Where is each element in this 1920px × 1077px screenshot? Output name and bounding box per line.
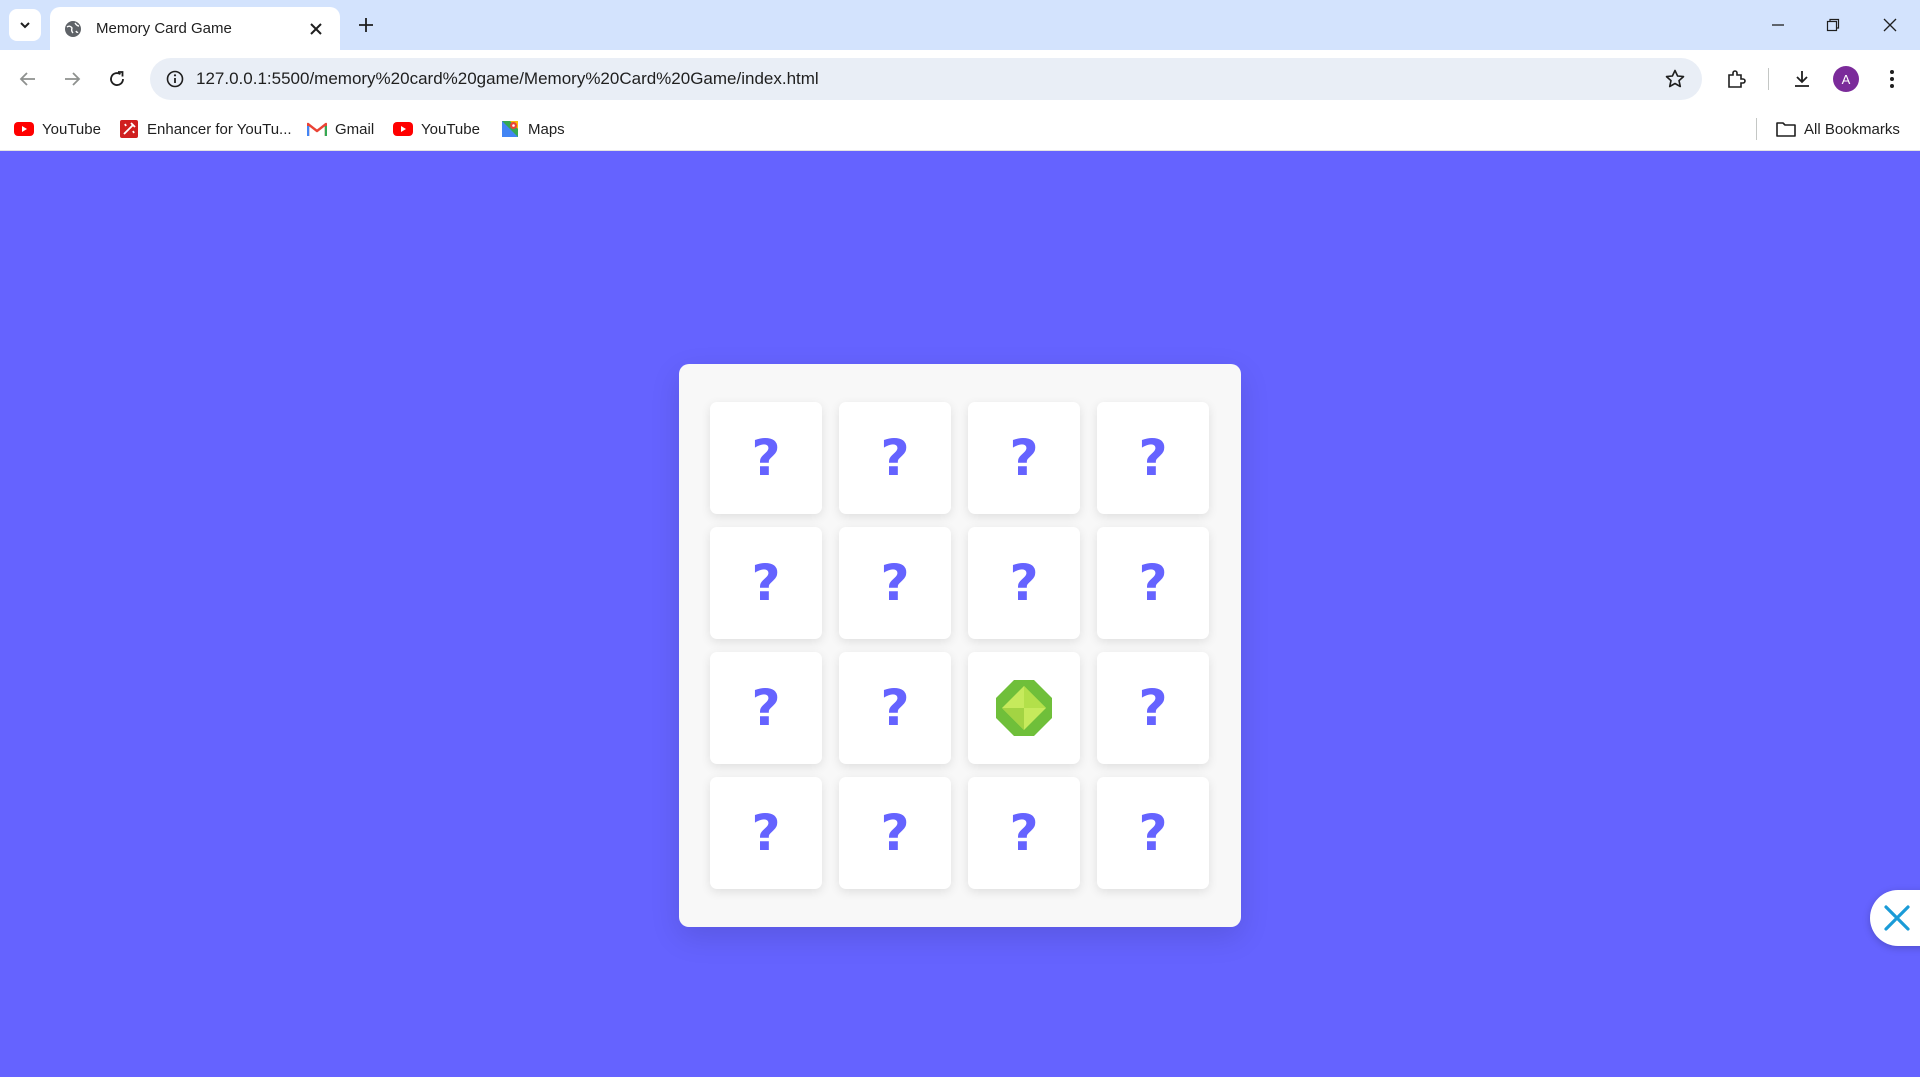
url-text[interactable]: 127.0.0.1:5500/memory%20card%20game/Memo… bbox=[196, 69, 1654, 89]
question-mark: ? bbox=[751, 429, 781, 487]
maps-icon bbox=[500, 120, 520, 138]
tab-title: Memory Card Game bbox=[96, 20, 232, 37]
arrow-left-icon bbox=[19, 72, 35, 86]
bookmarks-bar: YouTube Enhancer for YouTu... Gmail YouT… bbox=[0, 108, 1920, 151]
toolbar-divider bbox=[1768, 68, 1769, 90]
tab-search-button[interactable] bbox=[9, 9, 41, 41]
question-mark: ? bbox=[1009, 554, 1039, 612]
question-mark: ? bbox=[1009, 429, 1039, 487]
minimize-button[interactable] bbox=[1762, 10, 1794, 40]
gmail-icon bbox=[307, 120, 327, 138]
question-mark: ? bbox=[880, 679, 910, 737]
game-board: ??????????????? bbox=[679, 364, 1241, 927]
bookmark-label: Gmail bbox=[335, 120, 375, 138]
globe-icon bbox=[65, 20, 81, 37]
download-icon bbox=[1795, 71, 1809, 87]
bookmark-label: YouTube bbox=[42, 120, 101, 138]
question-mark: ? bbox=[1138, 804, 1168, 862]
star-icon bbox=[1665, 69, 1685, 88]
question-mark: ? bbox=[1138, 679, 1168, 737]
bookmark-label: YouTube bbox=[421, 120, 480, 138]
reload-button[interactable] bbox=[101, 63, 133, 95]
card-grid: ??????????????? bbox=[710, 402, 1209, 889]
question-mark: ? bbox=[751, 679, 781, 737]
memory-card[interactable]: ? bbox=[968, 777, 1080, 889]
memory-card[interactable]: ? bbox=[839, 652, 951, 764]
bookmark-youtube-1[interactable]: YouTube bbox=[14, 116, 101, 142]
active-tab[interactable]: Memory Card Game bbox=[50, 7, 340, 50]
memory-card[interactable]: ? bbox=[1097, 527, 1209, 639]
enhancer-icon bbox=[119, 120, 139, 138]
arrow-right-icon bbox=[65, 72, 81, 86]
memory-card[interactable]: ? bbox=[968, 527, 1080, 639]
downloads-button[interactable] bbox=[1786, 63, 1818, 95]
youtube-icon bbox=[14, 120, 34, 138]
browser-toolbar: 127.0.0.1:5500/memory%20card%20game/Memo… bbox=[0, 50, 1920, 108]
memory-card[interactable]: ? bbox=[968, 402, 1080, 514]
bookmark-youtube-2[interactable]: YouTube bbox=[393, 116, 480, 142]
question-mark: ? bbox=[751, 804, 781, 862]
restore-icon bbox=[1826, 18, 1840, 32]
restore-button[interactable] bbox=[1817, 10, 1849, 40]
memory-card[interactable]: ? bbox=[839, 777, 951, 889]
question-mark: ? bbox=[880, 429, 910, 487]
bookmark-enhancer[interactable]: Enhancer for YouTu... bbox=[119, 116, 292, 142]
bookmark-star-button[interactable] bbox=[1654, 58, 1696, 100]
forward-button[interactable] bbox=[56, 63, 88, 95]
chevron-down-icon bbox=[20, 22, 30, 29]
memory-card[interactable]: ? bbox=[839, 527, 951, 639]
extensions-button[interactable] bbox=[1720, 63, 1752, 95]
gem-icon bbox=[996, 680, 1052, 736]
memory-card[interactable]: ? bbox=[710, 652, 822, 764]
menu-button[interactable] bbox=[1876, 63, 1908, 95]
youtube-icon bbox=[393, 120, 413, 138]
question-mark: ? bbox=[751, 554, 781, 612]
site-info-button[interactable] bbox=[154, 58, 196, 100]
memory-card[interactable]: ? bbox=[710, 402, 822, 514]
address-bar[interactable]: 127.0.0.1:5500/memory%20card%20game/Memo… bbox=[150, 58, 1702, 100]
all-bookmarks-label: All Bookmarks bbox=[1804, 120, 1900, 138]
all-bookmarks-button[interactable]: All Bookmarks bbox=[1776, 116, 1900, 142]
profile-avatar[interactable]: A bbox=[1833, 66, 1859, 92]
question-mark: ? bbox=[1138, 429, 1168, 487]
memory-card[interactable]: ? bbox=[710, 527, 822, 639]
bookmark-gmail[interactable]: Gmail bbox=[307, 116, 374, 142]
close-icon bbox=[310, 22, 322, 35]
minimize-icon bbox=[1772, 24, 1784, 26]
close-icon bbox=[1883, 18, 1897, 32]
plus-icon bbox=[359, 18, 373, 32]
question-mark: ? bbox=[1009, 804, 1039, 862]
question-mark: ? bbox=[880, 554, 910, 612]
question-mark: ? bbox=[880, 804, 910, 862]
tab-strip: Memory Card Game bbox=[0, 0, 1920, 50]
back-button[interactable] bbox=[12, 63, 44, 95]
sparkle-icon bbox=[1884, 905, 1910, 931]
tab-close-button[interactable] bbox=[306, 19, 326, 39]
reload-icon bbox=[110, 71, 124, 86]
puzzle-icon bbox=[1728, 70, 1746, 88]
memory-card[interactable]: ? bbox=[1097, 402, 1209, 514]
floating-widget-button[interactable] bbox=[1870, 890, 1920, 946]
bookmark-label: Enhancer for YouTu... bbox=[147, 120, 292, 138]
info-icon bbox=[166, 70, 184, 88]
bookmark-label: Maps bbox=[528, 120, 565, 138]
folder-icon bbox=[1776, 120, 1796, 138]
bookmarks-divider bbox=[1756, 118, 1757, 140]
kebab-menu-icon bbox=[1890, 70, 1894, 88]
new-tab-button[interactable] bbox=[352, 11, 380, 39]
bookmark-maps[interactable]: Maps bbox=[500, 116, 565, 142]
memory-card[interactable]: ? bbox=[1097, 652, 1209, 764]
memory-card[interactable]: ? bbox=[839, 402, 951, 514]
memory-card[interactable]: ? bbox=[1097, 777, 1209, 889]
question-mark: ? bbox=[1138, 554, 1168, 612]
close-window-button[interactable] bbox=[1874, 10, 1906, 40]
memory-card[interactable] bbox=[968, 652, 1080, 764]
memory-card[interactable]: ? bbox=[710, 777, 822, 889]
